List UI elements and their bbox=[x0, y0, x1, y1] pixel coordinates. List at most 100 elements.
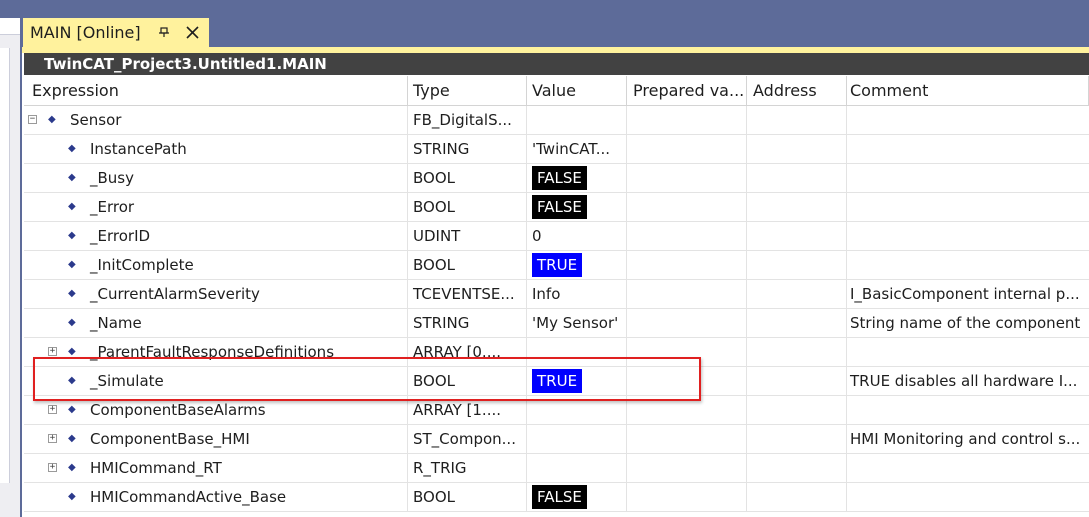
expand-toggle-icon[interactable]: + bbox=[48, 463, 57, 472]
expression-cell[interactable]: ◆ _ErrorID bbox=[24, 222, 408, 250]
column-header-expression[interactable]: Expression bbox=[24, 76, 408, 105]
collapse-toggle-icon[interactable]: − bbox=[28, 115, 37, 124]
address-cell bbox=[747, 135, 847, 163]
table-row[interactable]: + ◆ HMICommand_RT R_TRIG bbox=[24, 454, 1089, 483]
column-header-value[interactable]: Value bbox=[527, 76, 627, 105]
left-panel-scroll-area[interactable] bbox=[0, 48, 10, 483]
prepared-value-cell[interactable] bbox=[627, 396, 747, 424]
expression-cell[interactable]: ◆ InstancePath bbox=[24, 135, 408, 163]
column-header-prepared-value[interactable]: Prepared va... bbox=[627, 76, 747, 105]
prepared-value-cell[interactable] bbox=[627, 309, 747, 337]
comment-cell: HMI Monitoring and control s... bbox=[850, 430, 1081, 448]
expression-cell[interactable]: ◆ HMICommandActive_Base bbox=[24, 483, 408, 511]
variable-icon: ◆ bbox=[68, 230, 76, 241]
table-row[interactable]: ◆ _CurrentAlarmSeverity TCEVENTSE... Info I_… bbox=[24, 280, 1089, 309]
address-cell bbox=[747, 309, 847, 337]
comment-cell bbox=[847, 396, 1089, 424]
variable-icon: ◆ bbox=[48, 114, 56, 125]
prepared-value-cell[interactable] bbox=[627, 454, 747, 482]
watch-grid: Expression Type Value Prepared va... Add… bbox=[24, 76, 1089, 517]
table-row[interactable]: − ◆ Sensor FB_DigitalS... bbox=[24, 106, 1089, 135]
true-value-badge: TRUE bbox=[532, 369, 583, 393]
value-cell: Info bbox=[527, 280, 627, 308]
expression-cell[interactable]: ◆ _CurrentAlarmSeverity bbox=[24, 280, 408, 308]
close-icon[interactable] bbox=[183, 23, 201, 41]
variable-icon: ◆ bbox=[68, 259, 76, 270]
value-text: 'TwinCAT... bbox=[532, 140, 611, 158]
expand-toggle-icon[interactable]: + bbox=[48, 434, 57, 443]
type-cell: BOOL bbox=[408, 193, 527, 221]
value-cell bbox=[527, 396, 627, 424]
expand-toggle-icon[interactable]: + bbox=[48, 405, 57, 414]
expression-cell[interactable]: + ◆ HMICommand_RT bbox=[24, 454, 408, 482]
type-cell: BOOL bbox=[408, 367, 527, 395]
variable-name: ComponentBase_HMI bbox=[90, 430, 250, 448]
expression-cell[interactable]: − ◆ Sensor bbox=[24, 106, 408, 134]
value-text: Info bbox=[532, 285, 561, 303]
variable-name: _InitComplete bbox=[90, 256, 194, 274]
pin-icon[interactable] bbox=[155, 23, 173, 41]
prepared-value-cell[interactable] bbox=[627, 222, 747, 250]
prepared-value-cell[interactable] bbox=[627, 338, 747, 366]
type-cell: TCEVENTSE... bbox=[408, 280, 527, 308]
comment-cell bbox=[847, 454, 1089, 482]
type-cell: ST_Compon... bbox=[408, 425, 527, 453]
comment-cell bbox=[847, 251, 1089, 279]
prepared-value-cell[interactable] bbox=[627, 106, 747, 134]
prepared-value-cell[interactable] bbox=[627, 483, 747, 511]
variable-name: _Simulate bbox=[90, 372, 164, 390]
type-cell: BOOL bbox=[408, 483, 527, 511]
address-cell bbox=[747, 338, 847, 366]
table-row[interactable]: + ◆ ComponentBaseAlarms ARRAY [1.... bbox=[24, 396, 1089, 425]
expression-cell[interactable]: ◆ _Simulate bbox=[24, 367, 408, 395]
comment-cell: String name of the component bbox=[850, 314, 1081, 332]
expand-toggle-icon[interactable]: + bbox=[48, 347, 57, 356]
table-row[interactable]: + ◆ _ParentFaultResponseDefinitions ARRAY [… bbox=[24, 338, 1089, 367]
type-cell: BOOL bbox=[408, 251, 527, 279]
type-cell: BOOL bbox=[408, 164, 527, 192]
table-row[interactable]: ◆ _InitComplete BOOL TRUE bbox=[24, 251, 1089, 280]
prepared-value-cell[interactable] bbox=[627, 251, 747, 279]
left-panel-header bbox=[0, 18, 20, 35]
expression-cell[interactable]: + ◆ ComponentBase_HMI bbox=[24, 425, 408, 453]
table-row[interactable]: ◆ InstancePath STRING 'TwinCAT... bbox=[24, 135, 1089, 164]
false-value-badge: FALSE bbox=[532, 166, 587, 190]
column-header-comment[interactable]: Comment bbox=[847, 76, 1089, 105]
column-header-type[interactable]: Type bbox=[408, 76, 527, 105]
table-row[interactable]: ◆ _Busy BOOL FALSE bbox=[24, 164, 1089, 193]
comment-cell bbox=[847, 193, 1089, 221]
expression-cell[interactable]: ◆ _Name bbox=[24, 309, 408, 337]
value-cell: FALSE bbox=[527, 483, 627, 511]
expression-cell[interactable]: ◆ _InitComplete bbox=[24, 251, 408, 279]
table-row[interactable]: + ◆ ComponentBase_HMI ST_Compon... HMI Monit… bbox=[24, 425, 1089, 454]
expression-cell[interactable]: + ◆ _ParentFaultResponseDefinitions bbox=[24, 338, 408, 366]
variable-icon: ◆ bbox=[68, 317, 76, 328]
comment-cell bbox=[847, 164, 1089, 192]
prepared-value-cell[interactable] bbox=[627, 425, 747, 453]
variable-icon: ◆ bbox=[68, 201, 76, 212]
expression-cell[interactable]: ◆ _Busy bbox=[24, 164, 408, 192]
table-row[interactable]: ◆ _Simulate BOOL TRUE TRUE disables all hard… bbox=[24, 367, 1089, 396]
expression-cell[interactable]: ◆ _Error bbox=[24, 193, 408, 221]
comment-cell bbox=[847, 338, 1089, 366]
tab-main-online[interactable]: MAIN [Online] bbox=[23, 18, 209, 47]
value-cell: FALSE bbox=[527, 164, 627, 192]
prepared-value-cell[interactable] bbox=[627, 367, 747, 395]
close-icon-glyph bbox=[185, 25, 199, 39]
table-row[interactable]: ◆ _Error BOOL FALSE bbox=[24, 193, 1089, 222]
table-row[interactable]: ◆ _ErrorID UDINT 0 bbox=[24, 222, 1089, 251]
comment-cell bbox=[847, 222, 1089, 250]
prepared-value-cell[interactable] bbox=[627, 164, 747, 192]
value-cell: 'My Sensor' bbox=[527, 309, 627, 337]
column-header-address[interactable]: Address bbox=[747, 76, 847, 105]
prepared-value-cell[interactable] bbox=[627, 135, 747, 163]
comment-cell: TRUE disables all hardware I... bbox=[850, 372, 1078, 390]
table-row[interactable]: ◆ HMICommandActive_Base BOOL FALSE bbox=[24, 483, 1089, 512]
table-row[interactable]: ◆ _Name STRING 'My Sensor' String name of th… bbox=[24, 309, 1089, 338]
type-cell: STRING bbox=[408, 135, 527, 163]
variable-name: Sensor bbox=[70, 111, 122, 129]
prepared-value-cell[interactable] bbox=[627, 280, 747, 308]
expression-cell[interactable]: + ◆ ComponentBaseAlarms bbox=[24, 396, 408, 424]
value-cell: FALSE bbox=[527, 193, 627, 221]
prepared-value-cell[interactable] bbox=[627, 193, 747, 221]
